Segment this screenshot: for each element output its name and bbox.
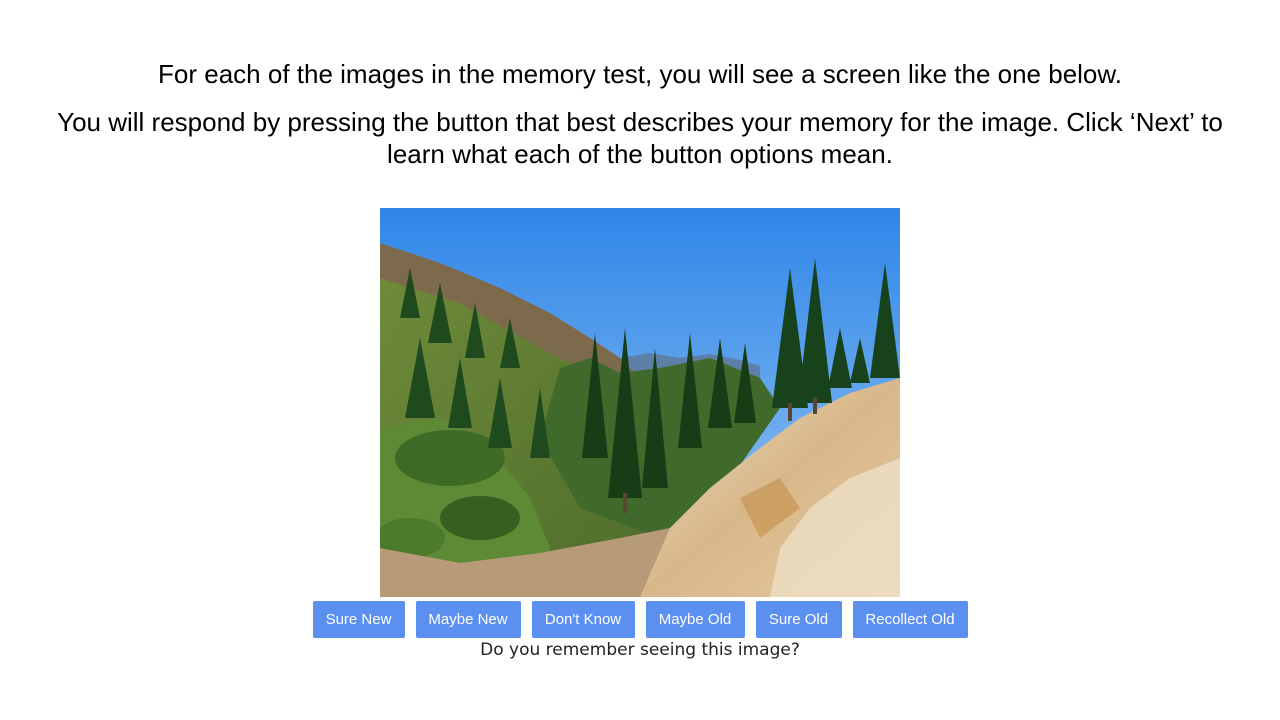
instructions: For each of the images in the memory tes… — [40, 58, 1240, 170]
sure-new-button[interactable]: Sure New — [312, 601, 405, 638]
dont-know-button[interactable]: Don't Know — [531, 601, 635, 638]
instruction-line-1: For each of the images in the memory tes… — [158, 59, 1122, 89]
instruction-line-2: You will respond by pressing the button … — [57, 107, 1223, 169]
sure-old-button[interactable]: Sure Old — [755, 601, 842, 638]
response-button-row: Sure New Maybe New Don't Know Maybe Old … — [0, 601, 1280, 638]
memory-test-image — [380, 208, 900, 597]
memory-prompt: Do you remember seeing this image? — [480, 640, 800, 660]
maybe-new-button[interactable]: Maybe New — [415, 601, 521, 638]
maybe-old-button[interactable]: Maybe Old — [645, 601, 745, 638]
recollect-old-button[interactable]: Recollect Old — [852, 601, 968, 638]
